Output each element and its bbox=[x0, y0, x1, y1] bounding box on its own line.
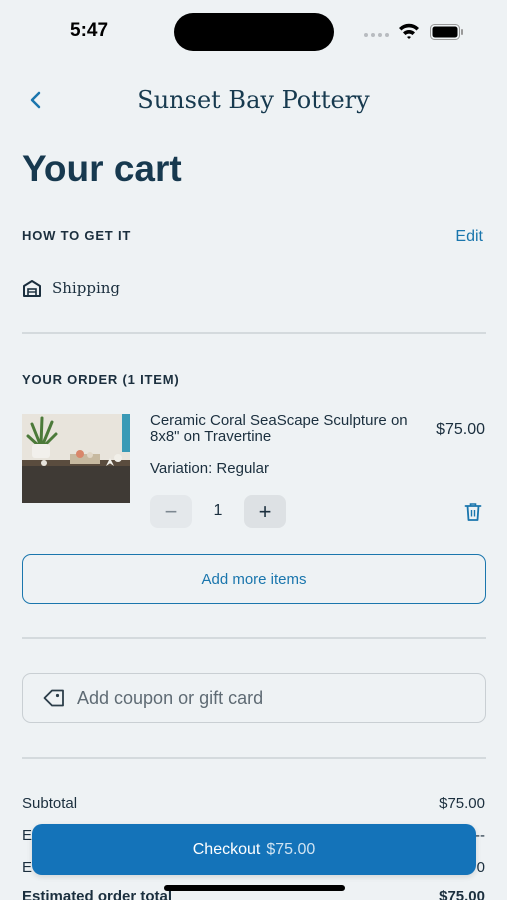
coupon-placeholder: Add coupon or gift card bbox=[77, 687, 264, 708]
coupon-input[interactable]: Add coupon or gift card bbox=[22, 673, 486, 723]
cellular-signal-icon bbox=[364, 33, 389, 37]
increase-quantity-button[interactable]: + bbox=[244, 495, 286, 528]
product-variation: Variation: Regular bbox=[150, 460, 269, 477]
divider bbox=[22, 332, 486, 334]
wifi-icon bbox=[399, 23, 419, 39]
summary-row-label: E bbox=[22, 827, 33, 844]
summary-row-value: 0 bbox=[476, 859, 485, 876]
store-name: Sunset Bay Pottery bbox=[137, 86, 370, 114]
fulfillment-section-label: HOW TO GET IT bbox=[22, 228, 132, 243]
product-name[interactable]: Ceramic Coral SeaScape Sculpture on 8x8"… bbox=[150, 413, 420, 445]
fulfillment-method[interactable]: Shipping bbox=[52, 279, 120, 297]
subtotal-label: Subtotal bbox=[22, 795, 78, 812]
add-more-items-button[interactable]: Add more items bbox=[22, 554, 486, 604]
dynamic-island bbox=[174, 13, 334, 51]
trash-icon[interactable] bbox=[464, 502, 482, 522]
checkout-amount: $75.00 bbox=[266, 840, 316, 858]
checkout-label: Checkout bbox=[192, 840, 261, 858]
summary-row-value: -- bbox=[475, 827, 485, 844]
tag-icon bbox=[43, 689, 64, 707]
subtotal-value: $75.00 bbox=[439, 795, 485, 812]
product-price: $75.00 bbox=[436, 421, 485, 438]
status-time: 5:47 bbox=[70, 20, 109, 41]
home-indicator bbox=[164, 885, 345, 891]
decrease-quantity-button[interactable]: − bbox=[150, 495, 192, 528]
page-title: Your cart bbox=[22, 148, 182, 189]
product-thumbnail[interactable] bbox=[22, 414, 130, 503]
order-section-label: YOUR ORDER (1 ITEM) bbox=[22, 372, 180, 387]
divider bbox=[22, 757, 486, 759]
quantity-value: 1 bbox=[213, 502, 223, 519]
battery-icon bbox=[430, 24, 463, 40]
summary-row-label: E bbox=[22, 859, 33, 876]
edit-fulfillment-button[interactable]: Edit bbox=[455, 228, 483, 246]
shipping-icon bbox=[23, 280, 41, 297]
order-total-label: Estimated order total bbox=[22, 888, 173, 900]
status-bar: 5:47 bbox=[0, 0, 507, 62]
checkout-button[interactable]: Checkout $75.00 bbox=[32, 824, 476, 875]
divider bbox=[22, 637, 486, 639]
order-total-value: $75.00 bbox=[439, 888, 485, 900]
